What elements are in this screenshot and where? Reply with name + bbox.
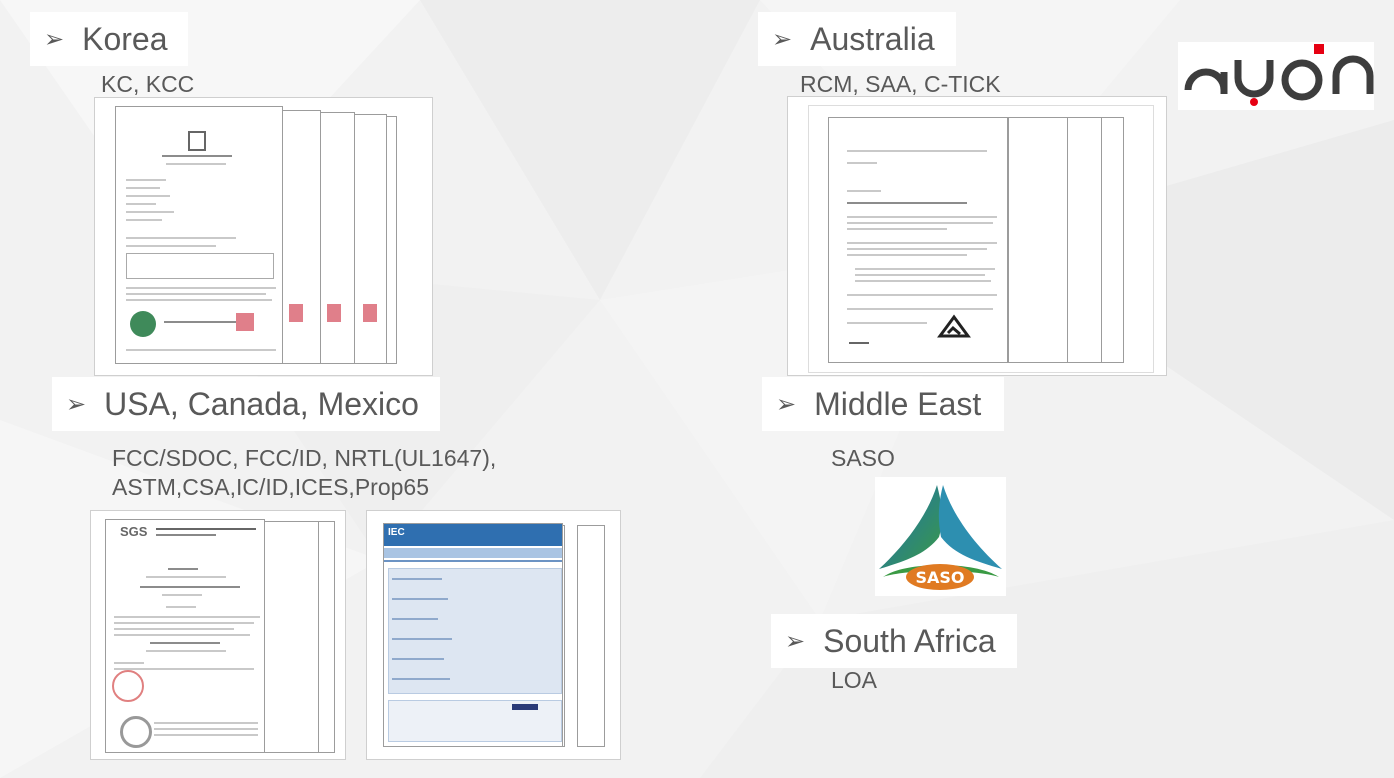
usa-title: USA, Canada, Mexico — [104, 385, 419, 422]
iec-cb-certificate-image: IEC — [366, 510, 621, 760]
brand-logo-icon — [1184, 44, 1374, 106]
arrow-bullet-icon: ➢ — [785, 627, 806, 655]
korea-certificate-image — [94, 97, 433, 376]
sgs-fcc-certificate-image: SGS — [90, 510, 346, 760]
rcm-mark-icon — [937, 314, 971, 338]
arrow-bullet-icon: ➢ — [776, 390, 797, 418]
arrow-bullet-icon: ➢ — [772, 25, 793, 53]
australia-certificate-image — [787, 96, 1167, 376]
saso-logo: SASO — [875, 477, 1006, 596]
korea-title: Korea — [82, 20, 168, 57]
middle-east-header: ➢ Middle East — [762, 377, 1004, 431]
middle-east-certs: SASO — [831, 445, 895, 471]
usa-certs-line2: ASTM,CSA,IC/ID,ICES,Prop65 — [112, 474, 429, 500]
south-africa-certs: LOA — [831, 667, 878, 693]
korea-header: ➢ Korea — [30, 12, 188, 66]
korea-certs: KC, KCC — [101, 71, 195, 97]
saso-logo-text: SASO — [915, 568, 964, 587]
south-africa-title: South Africa — [823, 622, 996, 659]
usa-certs-line1: FCC/SDOC, FCC/ID, NRTL(UL1647), — [112, 445, 497, 471]
australia-header: ➢ Australia — [758, 12, 956, 66]
iec-logo-text: IEC — [388, 527, 405, 538]
arrow-bullet-icon: ➢ — [66, 390, 87, 418]
sgs-logo-text: SGS — [120, 524, 148, 539]
arrow-bullet-icon: ➢ — [44, 25, 65, 53]
middle-east-title: Middle East — [814, 385, 982, 422]
south-africa-header: ➢ South Africa — [771, 614, 1017, 668]
brand-logo — [1178, 42, 1374, 110]
australia-certs: RCM, SAA, C-TICK — [800, 71, 1001, 97]
saso-logo-icon: SASO — [879, 485, 1002, 590]
usa-header: ➢ USA, Canada, Mexico — [52, 377, 440, 431]
australia-title: Australia — [810, 20, 935, 57]
